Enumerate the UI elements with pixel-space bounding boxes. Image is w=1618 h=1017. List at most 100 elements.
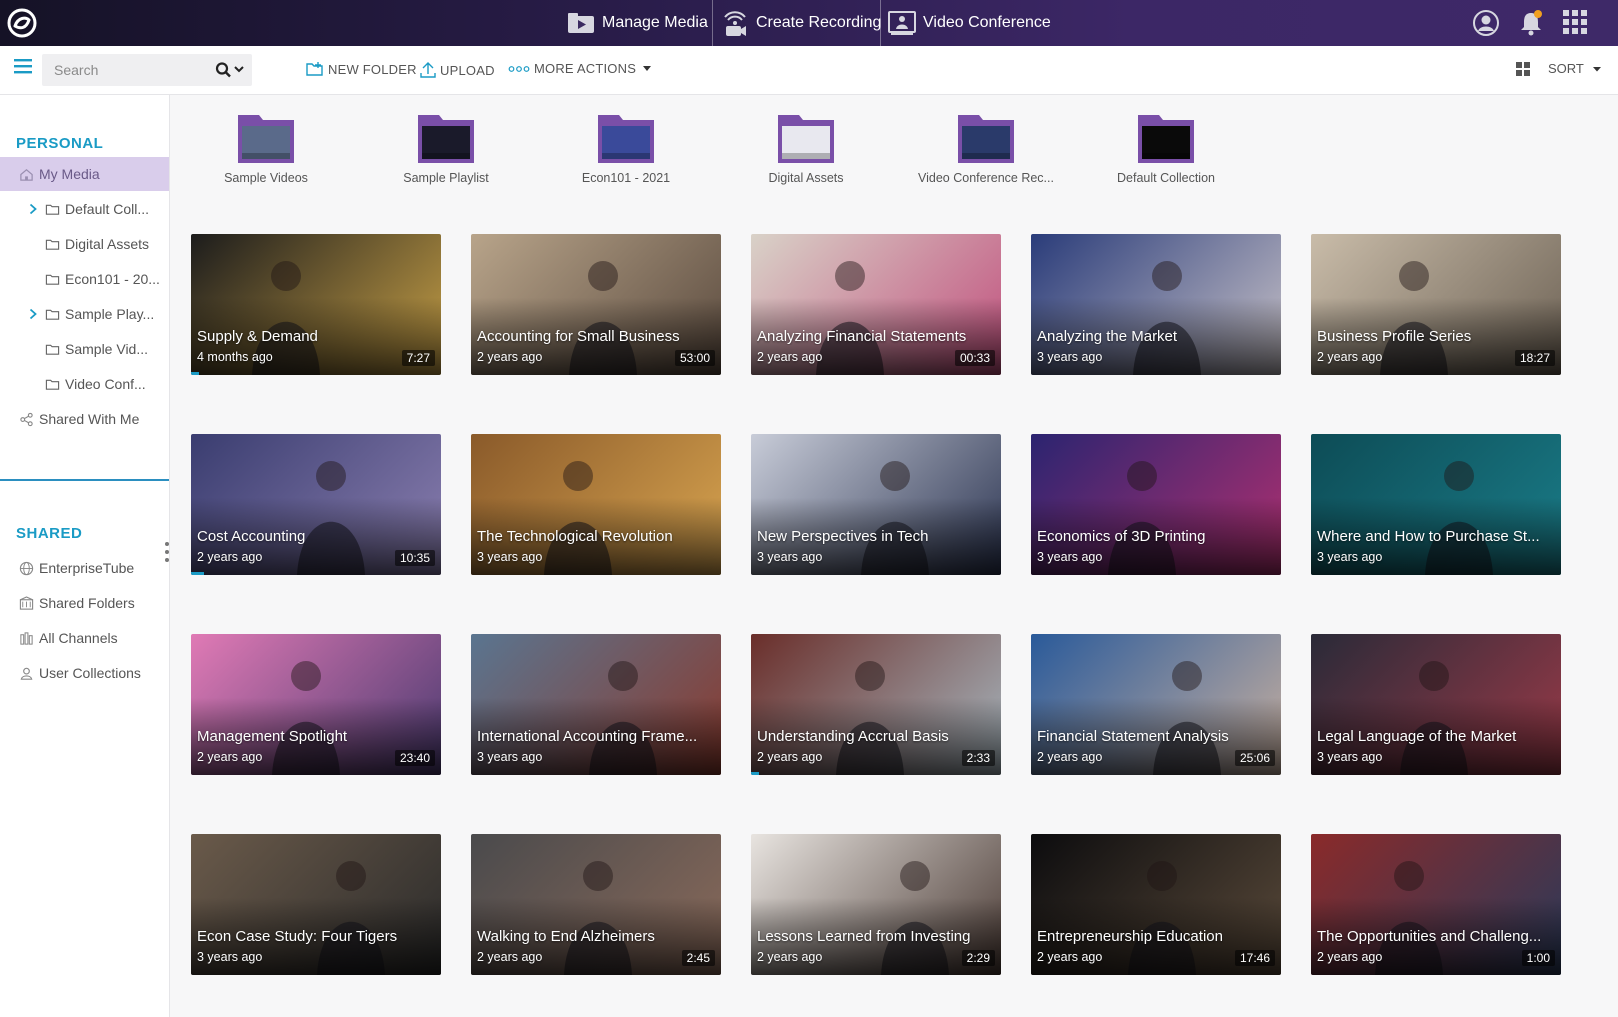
sort-button[interactable]: SORT (1548, 61, 1603, 76)
video-card[interactable]: Cost Accounting 2 years ago 10:35 (191, 434, 441, 575)
video-card[interactable]: Analyzing Financial Statements 2 years ag… (751, 234, 1001, 375)
sidebar-item-video-conf[interactable]: Video Conf... (0, 367, 169, 401)
folder-label: Digital Assets (768, 171, 844, 185)
video-title[interactable]: Business Profile Series (1317, 328, 1555, 345)
nav-manage-media[interactable]: Manage Media (566, 0, 708, 46)
search-input[interactable] (42, 54, 207, 86)
video-card[interactable]: Management Spotlight 2 years ago 23:40 (191, 634, 441, 775)
video-card[interactable]: Where and How to Purchase St... 3 years a… (1311, 434, 1561, 575)
sidebar-item-label: User Collections (39, 665, 141, 681)
share-icon (19, 412, 33, 426)
folder-tile[interactable]: Default Collection (1076, 114, 1256, 185)
video-card[interactable]: New Perspectives in Tech 3 years ago (751, 434, 1001, 575)
video-title[interactable]: Analyzing Financial Statements (757, 328, 995, 345)
sidebar-item-sample-vid[interactable]: Sample Vid... (0, 332, 169, 366)
video-title[interactable]: Econ Case Study: Four Tigers (197, 928, 435, 945)
video-age: 3 years ago (1037, 350, 1103, 364)
create-recording-icon (724, 11, 746, 36)
video-card[interactable]: International Accounting Frame... 3 years… (471, 634, 721, 775)
video-card[interactable]: Accounting for Small Business 2 years ago… (471, 234, 721, 375)
sidebar-item-econ101-20[interactable]: Econ101 - 20... (0, 262, 169, 296)
video-conference-icon (888, 11, 916, 35)
video-card[interactable]: Legal Language of the Market 3 years ago (1311, 634, 1561, 775)
more-actions-button[interactable]: MORE ACTIONS (508, 61, 657, 76)
sidebar-item-all-channels[interactable]: All Channels (0, 621, 169, 655)
video-title[interactable]: New Perspectives in Tech (757, 528, 995, 545)
sidebar-resize-handle-icon[interactable] (164, 541, 170, 563)
video-card[interactable]: Walking to End Alzheimers 2 years ago 2:45 (471, 834, 721, 975)
nav-divider (880, 0, 881, 46)
video-title[interactable]: The Opportunities and Challeng... (1317, 928, 1555, 945)
sidebar-item-default-coll[interactable]: Default Coll... (0, 192, 169, 226)
video-card[interactable]: Entrepreneurship Education 2 years ago 17:… (1031, 834, 1281, 975)
video-title[interactable]: Entrepreneurship Education (1037, 928, 1275, 945)
video-card[interactable]: The Opportunities and Challeng... 2 years… (1311, 834, 1561, 975)
grid-view-icon[interactable] (1516, 62, 1530, 76)
folder-tile[interactable]: Sample Playlist (356, 114, 536, 185)
video-card[interactable]: Business Profile Series 2 years ago 18:27 (1311, 234, 1561, 375)
nav-video-conference[interactable]: Video Conference (887, 0, 1051, 46)
app-logo-icon[interactable] (6, 7, 38, 39)
video-title[interactable]: Financial Statement Analysis (1037, 728, 1275, 745)
chevron-right-icon[interactable] (28, 308, 38, 320)
chevron-right-icon[interactable] (28, 378, 38, 390)
video-card[interactable]: Analyzing the Market 3 years ago (1031, 234, 1281, 375)
chevron-right-icon[interactable] (28, 343, 38, 355)
video-card[interactable]: Supply & Demand 4 months ago 7:27 (191, 234, 441, 375)
sidebar-item-enterprisetube[interactable]: EnterpriseTube (0, 551, 169, 585)
notifications-bell-icon[interactable] (1518, 9, 1544, 37)
new-folder-button[interactable]: NEW FOLDER (306, 61, 417, 77)
video-card[interactable]: Lessons Learned from Investing 2 years ag… (751, 834, 1001, 975)
folder-tile[interactable]: Digital Assets (716, 114, 896, 185)
video-title[interactable]: International Accounting Frame... (477, 728, 715, 745)
sidebar-item-shared-folders[interactable]: Shared Folders (0, 586, 169, 620)
personal-heading: PERSONAL (16, 135, 104, 152)
sidebar-item-shared-with-me[interactable]: Shared With Me (0, 402, 169, 436)
user-account-icon[interactable] (1472, 9, 1500, 37)
video-card[interactable]: Understanding Accrual Basis 2 years ago 2:… (751, 634, 1001, 775)
chevron-right-icon[interactable] (28, 203, 38, 215)
folder-tile[interactable]: Video Conference Rec... (896, 114, 1076, 185)
video-duration-badge: 2:29 (961, 950, 995, 966)
video-title[interactable]: The Technological Revolution (477, 528, 715, 545)
video-title[interactable]: Walking to End Alzheimers (477, 928, 715, 945)
sidebar-item-label: Shared Folders (39, 595, 135, 611)
shared-heading: SHARED (16, 525, 83, 542)
folder-label: Video Conference Rec... (918, 171, 1054, 185)
video-title[interactable]: Analyzing the Market (1037, 328, 1275, 345)
chevron-right-icon[interactable] (28, 238, 38, 250)
video-age: 2 years ago (477, 950, 543, 964)
app-grid-icon[interactable] (1562, 9, 1588, 35)
video-title[interactable]: Accounting for Small Business (477, 328, 715, 345)
video-title[interactable]: Lessons Learned from Investing (757, 928, 995, 945)
video-card[interactable]: Econ Case Study: Four Tigers 3 years ago (191, 834, 441, 975)
video-title[interactable]: Where and How to Purchase St... (1317, 528, 1555, 545)
sidebar-item-digital-assets[interactable]: Digital Assets (0, 227, 169, 261)
search-icon[interactable] (214, 61, 248, 79)
sidebar-item-label: Sample Play... (65, 306, 155, 322)
folder-tile[interactable]: Econ101 - 2021 (536, 114, 716, 185)
folder-tile[interactable]: Sample Videos (176, 114, 356, 185)
video-title[interactable]: Understanding Accrual Basis (757, 728, 995, 745)
video-title[interactable]: Management Spotlight (197, 728, 435, 745)
upload-button[interactable]: UPLOAD (420, 61, 495, 79)
hamburger-menu-icon[interactable] (14, 58, 32, 74)
video-age: 4 months ago (197, 350, 273, 364)
sidebar-item-user-collections[interactable]: User Collections (0, 656, 169, 690)
folder-label: Econ101 - 2021 (581, 171, 671, 185)
video-duration-badge: 53:00 (674, 350, 715, 366)
sidebar-item-sample-play[interactable]: Sample Play... (0, 297, 169, 331)
video-age: 3 years ago (1037, 550, 1103, 564)
video-card[interactable]: Financial Statement Analysis 2 years ago 2… (1031, 634, 1281, 775)
chevron-right-icon[interactable] (28, 273, 38, 285)
video-card[interactable]: Economics of 3D Printing 3 years ago (1031, 434, 1281, 575)
video-title[interactable]: Supply & Demand (197, 328, 435, 345)
video-title[interactable]: Cost Accounting (197, 528, 435, 545)
video-title[interactable]: Economics of 3D Printing (1037, 528, 1275, 545)
sidebar-item-my-media[interactable]: My Media (0, 157, 169, 191)
watch-progress-bar (751, 772, 759, 775)
sidebar-item-label: Econ101 - 20... (65, 271, 160, 287)
video-card[interactable]: The Technological Revolution 3 years ago (471, 434, 721, 575)
video-title[interactable]: Legal Language of the Market (1317, 728, 1555, 745)
nav-create-recording[interactable]: Create Recording (720, 0, 881, 46)
